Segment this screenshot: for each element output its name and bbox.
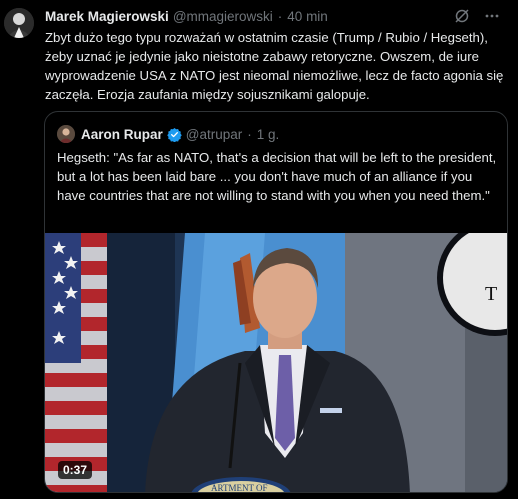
author-name[interactable]: Marek Magierowski [45, 8, 169, 26]
grok-icon[interactable] [454, 8, 470, 29]
quote-author-avatar[interactable] [57, 125, 75, 143]
podium-seal-text: ARTMENT OF [211, 483, 268, 493]
author-handle[interactable]: @mmagierowski [173, 8, 273, 26]
quote-text: Hegseth: "As far as NATO, that's a decis… [57, 150, 497, 203]
quoted-tweet[interactable]: Aaron Rupar @atrupar · 1 g. Hegseth: "As… [44, 111, 508, 493]
video-duration: 0:37 [58, 461, 93, 479]
tweet-time[interactable]: 40 min [287, 8, 328, 26]
background-sign-letter: T [485, 283, 497, 305]
tweet[interactable]: Marek Magierowski @mmagierowski · 40 min… [0, 0, 518, 499]
verified-badge-icon [167, 127, 182, 142]
author-avatar[interactable] [4, 8, 34, 38]
quote-time[interactable]: 1 g. [257, 127, 280, 142]
tweet-text: Zbyt dużo tego typu rozważań w ostatnim … [45, 30, 504, 102]
tweet-header: Marek Magierowski @mmagierowski · 40 min [45, 8, 508, 26]
separator-dot: · [277, 9, 283, 24]
more-icon[interactable] [484, 8, 500, 29]
video-player[interactable]: T ARTMENT OF 0:37 [45, 233, 507, 493]
quote-author-handle[interactable]: @atrupar [186, 127, 242, 142]
video-frame: T ARTMENT OF [45, 233, 507, 493]
quote-author-name[interactable]: Aaron Rupar [81, 127, 163, 142]
quote-separator-dot: · [247, 126, 252, 142]
header-actions [454, 8, 500, 29]
quote-header: Aaron Rupar @atrupar · 1 g. [57, 124, 279, 144]
